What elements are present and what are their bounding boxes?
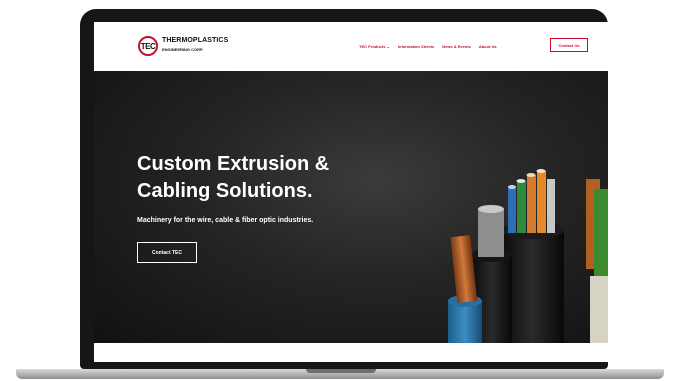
site-header: TEC THERMOPLASTICS ENGINEERING CORP. TEC… xyxy=(94,22,608,72)
hero-subtitle: Machinery for the wire, cable & fiber op… xyxy=(137,217,314,224)
contact-tec-button[interactable]: Contact TEC xyxy=(137,242,197,263)
cables-image xyxy=(448,169,608,343)
nav-item-news-events[interactable]: News & Events xyxy=(442,44,471,49)
main-nav: TEC Products ⌄ Information Sheets News &… xyxy=(359,44,497,49)
brand-name-sub: ENGINEERING CORP. xyxy=(162,47,204,52)
nav-item-tec-products[interactable]: TEC Products ⌄ xyxy=(359,44,390,49)
browser-screen: TEC THERMOPLASTICS ENGINEERING CORP. TEC… xyxy=(94,22,608,362)
brand-name[interactable]: THERMOPLASTICS xyxy=(162,37,228,44)
content-area xyxy=(94,343,608,362)
laptop-hinge-notch xyxy=(306,369,376,373)
nav-item-about-us[interactable]: About Us xyxy=(479,44,497,49)
hero-section: Custom Extrusion & Cabling Solutions. Ma… xyxy=(94,71,608,343)
brand-logo-icon[interactable]: TEC xyxy=(138,36,158,56)
contact-us-button[interactable]: Contact Us xyxy=(550,38,588,52)
hero-title: Custom Extrusion & Cabling Solutions. xyxy=(137,153,330,202)
nav-item-information-sheets[interactable]: Information Sheets xyxy=(398,44,434,49)
